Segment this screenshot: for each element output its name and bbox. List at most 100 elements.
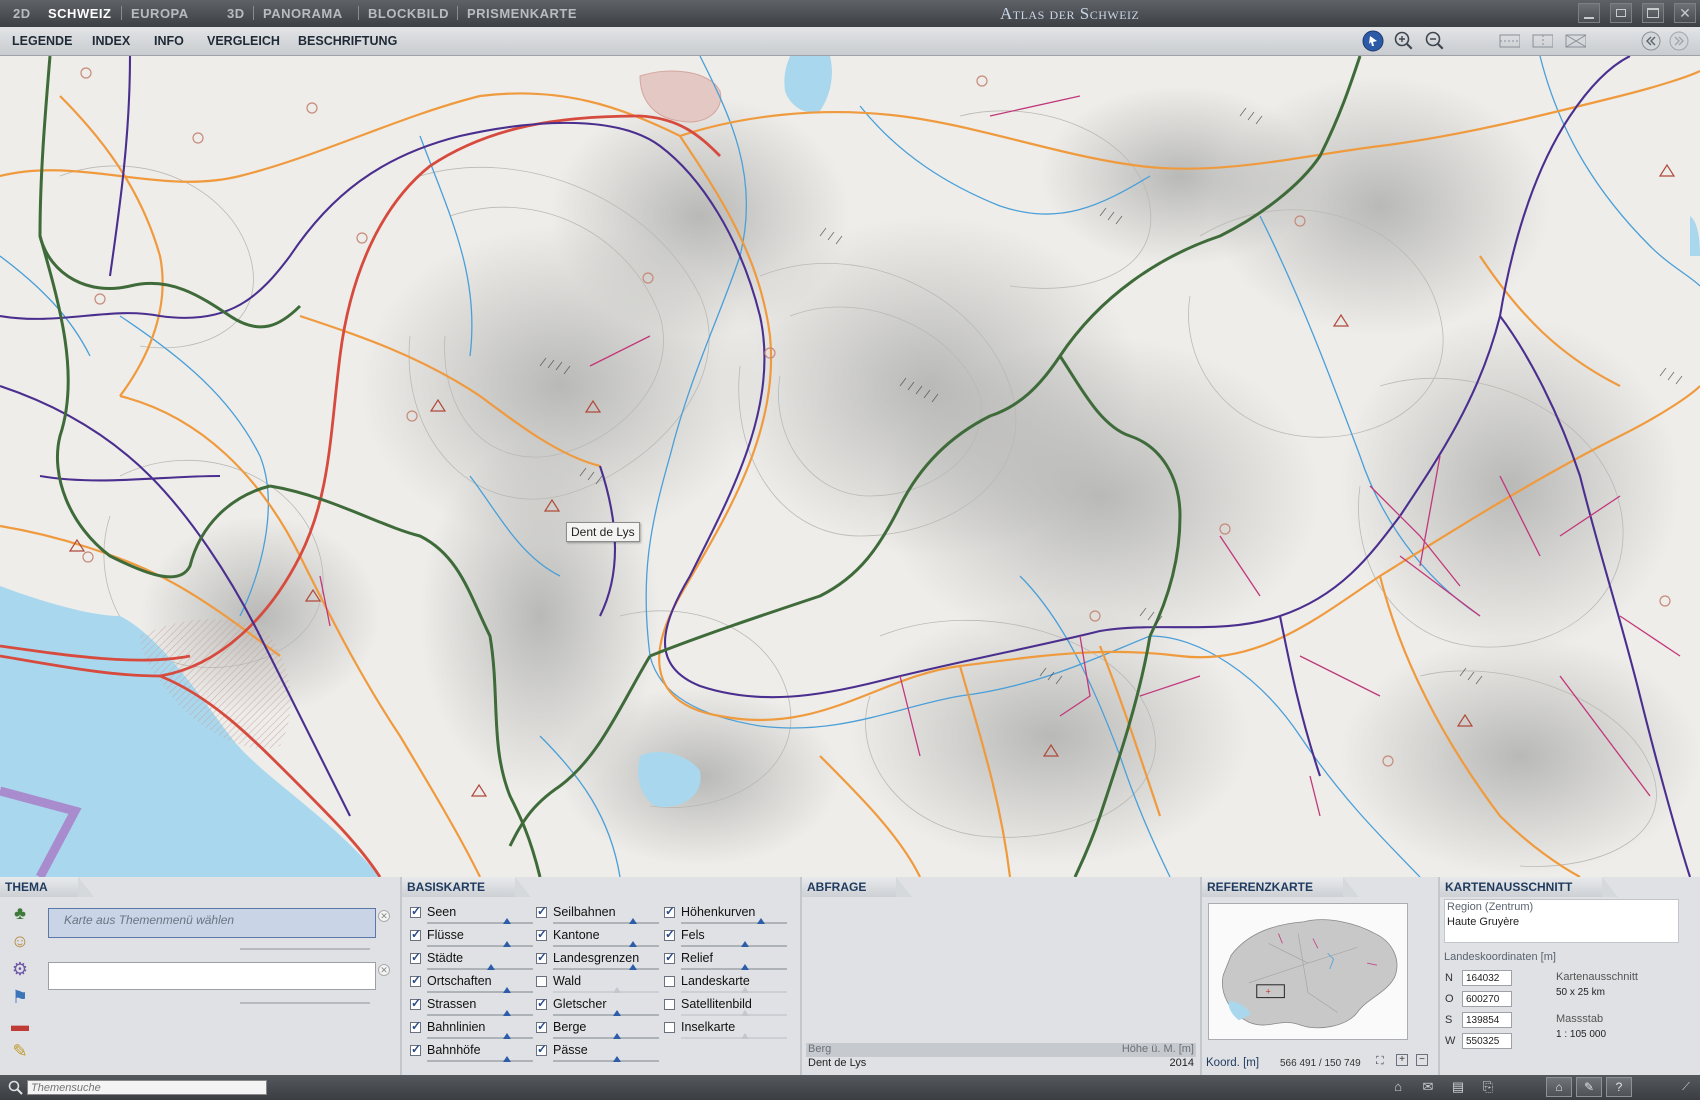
layer-ortschaften[interactable]: Ortschaften <box>410 973 535 996</box>
layer-satellitenbild[interactable]: Satellitenbild <box>664 996 789 1019</box>
layer-checkbox[interactable] <box>536 1019 547 1033</box>
layer-opacity-slider[interactable] <box>681 1033 787 1039</box>
layer-checkbox[interactable] <box>536 927 547 941</box>
layer-checkbox[interactable] <box>536 996 547 1010</box>
slider-handle[interactable] <box>629 964 637 970</box>
slider-handle[interactable] <box>613 1033 621 1039</box>
help-button[interactable]: ? <box>1606 1077 1632 1097</box>
slider-handle[interactable] <box>503 1056 511 1062</box>
layer-wald[interactable]: Wald <box>536 973 661 996</box>
coord-w-input[interactable] <box>1462 1033 1512 1049</box>
open-folder-icon[interactable]: ⌂ <box>1388 1078 1408 1096</box>
layer-bahnlinien[interactable]: Bahnlinien <box>410 1019 535 1042</box>
thema-select-field[interactable]: Karte aus Themenmenü wählen <box>48 908 376 938</box>
layer-checkbox[interactable] <box>410 973 421 987</box>
layer-checkbox[interactable] <box>536 1042 547 1056</box>
basiskarte-tab[interactable]: BASISKARTE <box>402 877 532 897</box>
slider-handle[interactable] <box>741 941 749 947</box>
home-button[interactable]: ⌂ <box>1546 1077 1572 1097</box>
fullscreen-icon[interactable]: ⛶ <box>1376 1055 1384 1068</box>
layer-checkbox[interactable] <box>536 904 547 918</box>
layer-checkbox[interactable] <box>410 927 421 941</box>
layer-pässe[interactable]: Pässe <box>536 1042 661 1065</box>
layer-opacity-slider[interactable] <box>427 1056 533 1062</box>
people-icon[interactable]: ☺ <box>8 929 32 953</box>
layer-opacity-slider[interactable] <box>553 941 659 947</box>
slider-handle[interactable] <box>503 1010 511 1016</box>
minimize-button[interactable] <box>1578 3 1600 23</box>
layer-checkbox[interactable] <box>536 950 547 964</box>
slider-handle[interactable] <box>503 987 511 993</box>
layer-berge[interactable]: Berge <box>536 1019 661 1042</box>
layer-landesgrenzen[interactable]: Landesgrenzen <box>536 950 661 973</box>
mode-2d[interactable]: 2D <box>13 6 31 21</box>
ref-zoom-in-icon[interactable]: + <box>1396 1054 1408 1066</box>
layer-städte[interactable]: Städte <box>410 950 535 973</box>
layer-opacity-slider[interactable] <box>681 964 787 970</box>
tree-icon[interactable]: ♣ <box>8 901 32 925</box>
layer-checkbox[interactable] <box>410 904 421 918</box>
layer-checkbox[interactable] <box>664 1022 675 1033</box>
layer-opacity-slider[interactable] <box>427 1033 533 1039</box>
compare-opacity-slider[interactable] <box>240 1002 370 1004</box>
slider-handle[interactable] <box>629 941 637 947</box>
slider-handle[interactable] <box>741 1033 749 1039</box>
layer-opacity-slider[interactable] <box>427 918 533 924</box>
map-view[interactable]: Dent de Lys <box>0 56 1700 877</box>
layer-checkbox[interactable] <box>536 976 547 987</box>
layer-gletscher[interactable]: Gletscher <box>536 996 661 1019</box>
slider-handle[interactable] <box>613 1056 621 1062</box>
export-icon[interactable]: ⎘ <box>1478 1078 1498 1096</box>
layer-checkbox[interactable] <box>664 904 675 918</box>
select-pointer-icon[interactable] <box>1362 30 1384 52</box>
layer-checkbox[interactable] <box>410 950 421 964</box>
referenz-tab[interactable]: REFERENZKARTE <box>1202 877 1360 897</box>
layer-checkbox[interactable] <box>664 976 675 987</box>
layer-opacity-slider[interactable] <box>427 964 533 970</box>
layer-checkbox[interactable] <box>410 1019 421 1033</box>
layer-checkbox[interactable] <box>664 999 675 1010</box>
layer-seen[interactable]: Seen <box>410 904 535 927</box>
layer-opacity-slider[interactable] <box>681 918 787 924</box>
gear-icon[interactable]: ⚙ <box>8 957 32 981</box>
layer-opacity-slider[interactable] <box>553 918 659 924</box>
layer-opacity-slider[interactable] <box>553 1010 659 1016</box>
split-vertical-icon[interactable] <box>1531 30 1553 52</box>
layer-kantone[interactable]: Kantone <box>536 927 661 950</box>
mode-panorama[interactable]: PANORAMA <box>263 6 343 21</box>
map-canvas[interactable] <box>0 56 1700 877</box>
layer-höhenkurven[interactable]: Höhenkurven <box>664 904 789 927</box>
settings-button[interactable]: ✎ <box>1576 1077 1602 1097</box>
reference-map[interactable]: + <box>1208 903 1408 1040</box>
layer-bahnhöfe[interactable]: Bahnhöfe <box>410 1042 535 1065</box>
menu-vergleich[interactable]: VERGLEICH <box>207 34 280 48</box>
thema-tab[interactable]: THEMA <box>0 877 94 897</box>
layer-checkbox[interactable] <box>664 927 675 941</box>
layer-flüsse[interactable]: Flüsse <box>410 927 535 950</box>
layer-checkbox[interactable] <box>410 996 421 1010</box>
layer-opacity-slider[interactable] <box>553 987 659 993</box>
layer-checkbox[interactable] <box>410 1042 421 1056</box>
split-horizontal-icon[interactable] <box>1498 30 1520 52</box>
clear-compare-icon[interactable]: ✕ <box>378 964 390 976</box>
comment-icon[interactable]: ✉ <box>1418 1078 1438 1096</box>
collapse-left-icon[interactable] <box>1640 30 1662 52</box>
mode-europa[interactable]: EUROPA <box>131 6 189 21</box>
mode-blockbild[interactable]: BLOCKBILD <box>368 6 449 21</box>
slider-handle[interactable] <box>629 918 637 924</box>
flag-icon[interactable]: ⚑ <box>8 985 32 1009</box>
ref-zoom-out-icon[interactable]: − <box>1416 1054 1428 1066</box>
train-icon[interactable]: ▬ <box>8 1013 32 1037</box>
ausschnitt-tab[interactable]: KARTENAUSSCHNITT <box>1440 877 1619 897</box>
layer-opacity-slider[interactable] <box>681 941 787 947</box>
layer-seilbahnen[interactable]: Seilbahnen <box>536 904 661 927</box>
slider-handle[interactable] <box>503 941 511 947</box>
layer-landeskarte[interactable]: Landeskarte <box>664 973 789 996</box>
slider-handle[interactable] <box>613 1010 621 1016</box>
mode-3d[interactable]: 3D <box>227 6 245 21</box>
slider-handle[interactable] <box>741 987 749 993</box>
theme-search-input[interactable] <box>27 1080 267 1095</box>
clear-thema-icon[interactable]: ✕ <box>378 910 390 922</box>
mode-prismenkarte[interactable]: PRISMENKARTE <box>467 6 577 21</box>
layer-inselkarte[interactable]: Inselkarte <box>664 1019 789 1042</box>
